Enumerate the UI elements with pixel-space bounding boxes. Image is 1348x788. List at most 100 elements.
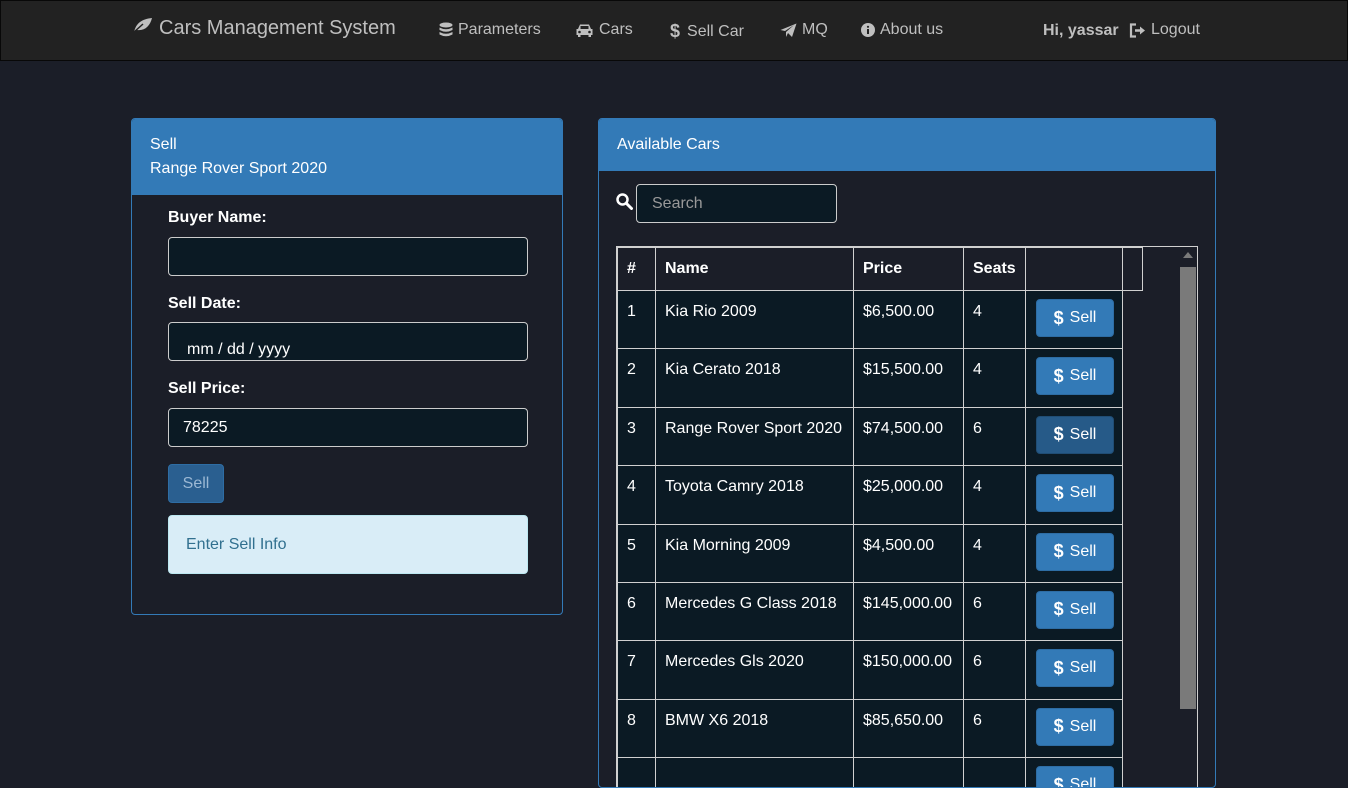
nav-mq[interactable]: MQ [780,21,828,39]
sell-date-input[interactable]: mm / dd / yyyy [168,322,528,361]
cell-action: $Sell [1026,524,1123,582]
sell-panel: Sell Range Rover Sport 2020 Buyer Name: … [131,118,563,615]
dollar-icon: $ [1054,483,1064,504]
sell-date-placeholder: mm / dd / yyyy [187,341,290,359]
table-scrollbar[interactable] [1178,247,1198,788]
dollar-icon: $ [1054,775,1064,788]
cell-action: $Sell [1026,641,1123,699]
cell-seats: 4 [964,349,1026,407]
sell-heading-car: Range Rover Sport 2020 [150,157,544,181]
car-icon [575,23,594,38]
cars-table: # Name Price Seats 1Kia Rio 2009$6,500.0… [617,247,1143,788]
cell-spacer [1123,291,1143,349]
cell-number: 8 [618,699,656,757]
row-sell-button[interactable]: $Sell [1036,649,1114,687]
cell-price: $145,000.00 [854,582,964,640]
cell-spacer [1123,582,1143,640]
buyer-name-input[interactable] [168,237,528,276]
scroll-thumb[interactable] [1180,267,1196,709]
cell-seats: 6 [964,582,1026,640]
cell-action: $Sell [1026,291,1123,349]
column-header-number: # [618,248,656,291]
cell-seats: 4 [964,291,1026,349]
nav-cars[interactable]: Cars [575,21,633,39]
row-sell-button[interactable]: $Sell [1036,533,1114,571]
row-sell-button[interactable]: $ Sell [1036,474,1114,512]
logout-label: Logout [1151,21,1200,39]
row-sell-button[interactable]: $ Sell [1036,766,1114,788]
sell-submit-button[interactable]: Sell [168,464,224,503]
row-sell-button[interactable]: $Sell [1036,708,1114,746]
row-sell-button[interactable]: $Sell [1036,299,1114,337]
row-sell-label: Sell [1070,601,1097,619]
cell-price: $15,500.00 [854,349,964,407]
row-sell-label: Sell [1070,718,1097,736]
cell-name: Mercedes Gls 2020 [656,641,854,699]
row-sell-label: Sell [1070,776,1097,788]
cell-action: $Sell [1026,699,1123,757]
dollar-icon: $ [1054,599,1064,620]
table-row: 8BMW X6 2018$85,650.006 $Sell [618,699,1143,757]
nav-sell-car[interactable]: $ Sell Car [670,21,744,42]
cell-spacer [1123,407,1143,465]
table-row: 1Kia Rio 2009$6,500.004$Sell [618,291,1143,349]
cell-seats: 4 [964,524,1026,582]
brand[interactable]: Cars Management System [132,17,396,40]
cell-name: Kia Morning 2009 [656,524,854,582]
sell-info-alert: Enter Sell Info [168,515,528,574]
cell-spacer [1123,466,1143,524]
nav-about-label: About us [880,21,943,39]
table-row: 2Kia Cerato 2018$15,500.004$Sell [618,349,1143,407]
cell-action: $Sell [1026,407,1123,465]
row-sell-button[interactable]: $Sell [1036,357,1114,395]
cell-number: 5 [618,524,656,582]
info-icon [861,23,875,37]
search-icon [616,193,633,215]
sell-price-input[interactable] [168,408,528,447]
search-input[interactable] [636,184,837,223]
cars-table-container: # Name Price Seats 1Kia Rio 2009$6,500.0… [616,246,1198,788]
cell-spacer [1123,758,1143,788]
column-header-spacer [1123,248,1143,291]
cell-name: BMW X6 2018 [656,699,854,757]
dollar-icon: $ [670,21,680,42]
cell-price [854,758,964,788]
cars-panel-heading: Available Cars [599,119,1215,171]
nav-about[interactable]: About us [861,21,943,39]
cell-name: Toyota Camry 2018 [656,466,854,524]
dollar-icon: $ [1054,541,1064,562]
nav-sell-car-label: Sell Car [687,23,744,41]
row-sell-button[interactable]: $Sell [1036,416,1114,454]
cell-seats: 6 [964,699,1026,757]
scroll-up-arrow-icon[interactable] [1183,252,1193,258]
cell-action: $ Sell [1026,582,1123,640]
logout-link[interactable]: Logout [1129,21,1200,39]
cell-name: Kia Cerato 2018 [656,349,854,407]
sell-heading-title: Sell [150,133,544,157]
table-header-row: # Name Price Seats [618,248,1143,291]
cell-spacer [1123,699,1143,757]
nav-parameters[interactable]: Parameters [439,21,541,39]
dollar-icon: $ [1054,366,1064,387]
cell-number: 3 [618,407,656,465]
cell-action: $ Sell [1026,466,1123,524]
cell-spacer [1123,524,1143,582]
cell-seats: 6 [964,641,1026,699]
cell-spacer [1123,349,1143,407]
cell-name: Mercedes G Class 2018 [656,582,854,640]
logout-icon [1129,23,1146,38]
cars-panel: Available Cars # Name Price Seats 1Kia R… [598,118,1216,788]
cell-number: 4 [618,466,656,524]
row-sell-label: Sell [1070,484,1097,502]
cell-price: $85,650.00 [854,699,964,757]
cell-seats [964,758,1026,788]
nav-parameters-label: Parameters [458,21,541,39]
dollar-icon: $ [1054,424,1064,445]
table-row: 6Mercedes G Class 2018$145,000.006$Sell [618,582,1143,640]
nav-cars-label: Cars [599,21,633,39]
nav-mq-label: MQ [802,21,828,39]
cell-number [618,758,656,788]
table-row: 3Range Rover Sport 2020$74,500.006$Sell [618,407,1143,465]
table-row: $ Sell [618,758,1143,788]
row-sell-button[interactable]: $ Sell [1036,591,1114,629]
